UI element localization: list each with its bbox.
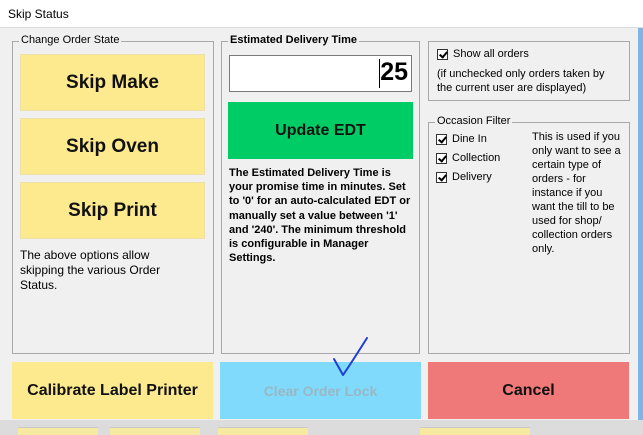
- edt-label: Estimated Delivery Time: [228, 34, 359, 46]
- skip-print-button[interactable]: Skip Print: [20, 182, 205, 239]
- edt-input[interactable]: 25: [229, 55, 412, 92]
- edt-note: The Estimated Delivery Time is your prom…: [229, 167, 411, 265]
- occasion-filter-note: This is used if you only want to see a c…: [532, 131, 621, 255]
- skip-oven-button[interactable]: Skip Oven: [20, 118, 205, 175]
- cancel-button[interactable]: Cancel: [428, 362, 629, 419]
- clear-order-lock-button[interactable]: Clear Order Lock: [220, 362, 421, 419]
- window-frame-edge: [638, 28, 643, 435]
- background-window-strip: [0, 420, 643, 435]
- checkbox-checked-icon: [437, 48, 448, 60]
- show-all-orders-checkbox[interactable]: Show all orders: [437, 48, 529, 60]
- delivery-checkbox[interactable]: Delivery: [436, 171, 492, 183]
- occasion-filter-label: Occasion Filter: [435, 115, 513, 127]
- delivery-label: Delivery: [452, 171, 492, 183]
- text-caret: [379, 59, 380, 88]
- checkbox-checked-icon: [436, 171, 447, 183]
- dine-in-label: Dine In: [452, 133, 487, 145]
- order-state-description: The above options allow skipping the var…: [20, 248, 161, 292]
- skip-make-button[interactable]: Skip Make: [20, 54, 205, 111]
- show-all-orders-note: (if unchecked only orders taken by the c…: [437, 68, 605, 94]
- edt-value: 25: [380, 58, 408, 86]
- checkbox-checked-icon: [436, 133, 447, 145]
- calibrate-label-printer-button[interactable]: Calibrate Label Printer: [12, 362, 213, 419]
- show-all-orders-label: Show all orders: [453, 48, 529, 60]
- title-bar[interactable]: Skip Status: [0, 0, 643, 28]
- collection-label: Collection: [452, 152, 501, 164]
- checkmark-annotation-icon: [333, 337, 368, 376]
- change-order-state-label: Change Order State: [19, 34, 122, 46]
- collection-checkbox[interactable]: Collection: [436, 152, 500, 164]
- checkbox-checked-icon: [436, 152, 447, 164]
- window-title: Skip Status: [8, 7, 69, 21]
- update-edt-button[interactable]: Update EDT: [228, 102, 413, 159]
- dine-in-checkbox[interactable]: Dine In: [436, 133, 487, 145]
